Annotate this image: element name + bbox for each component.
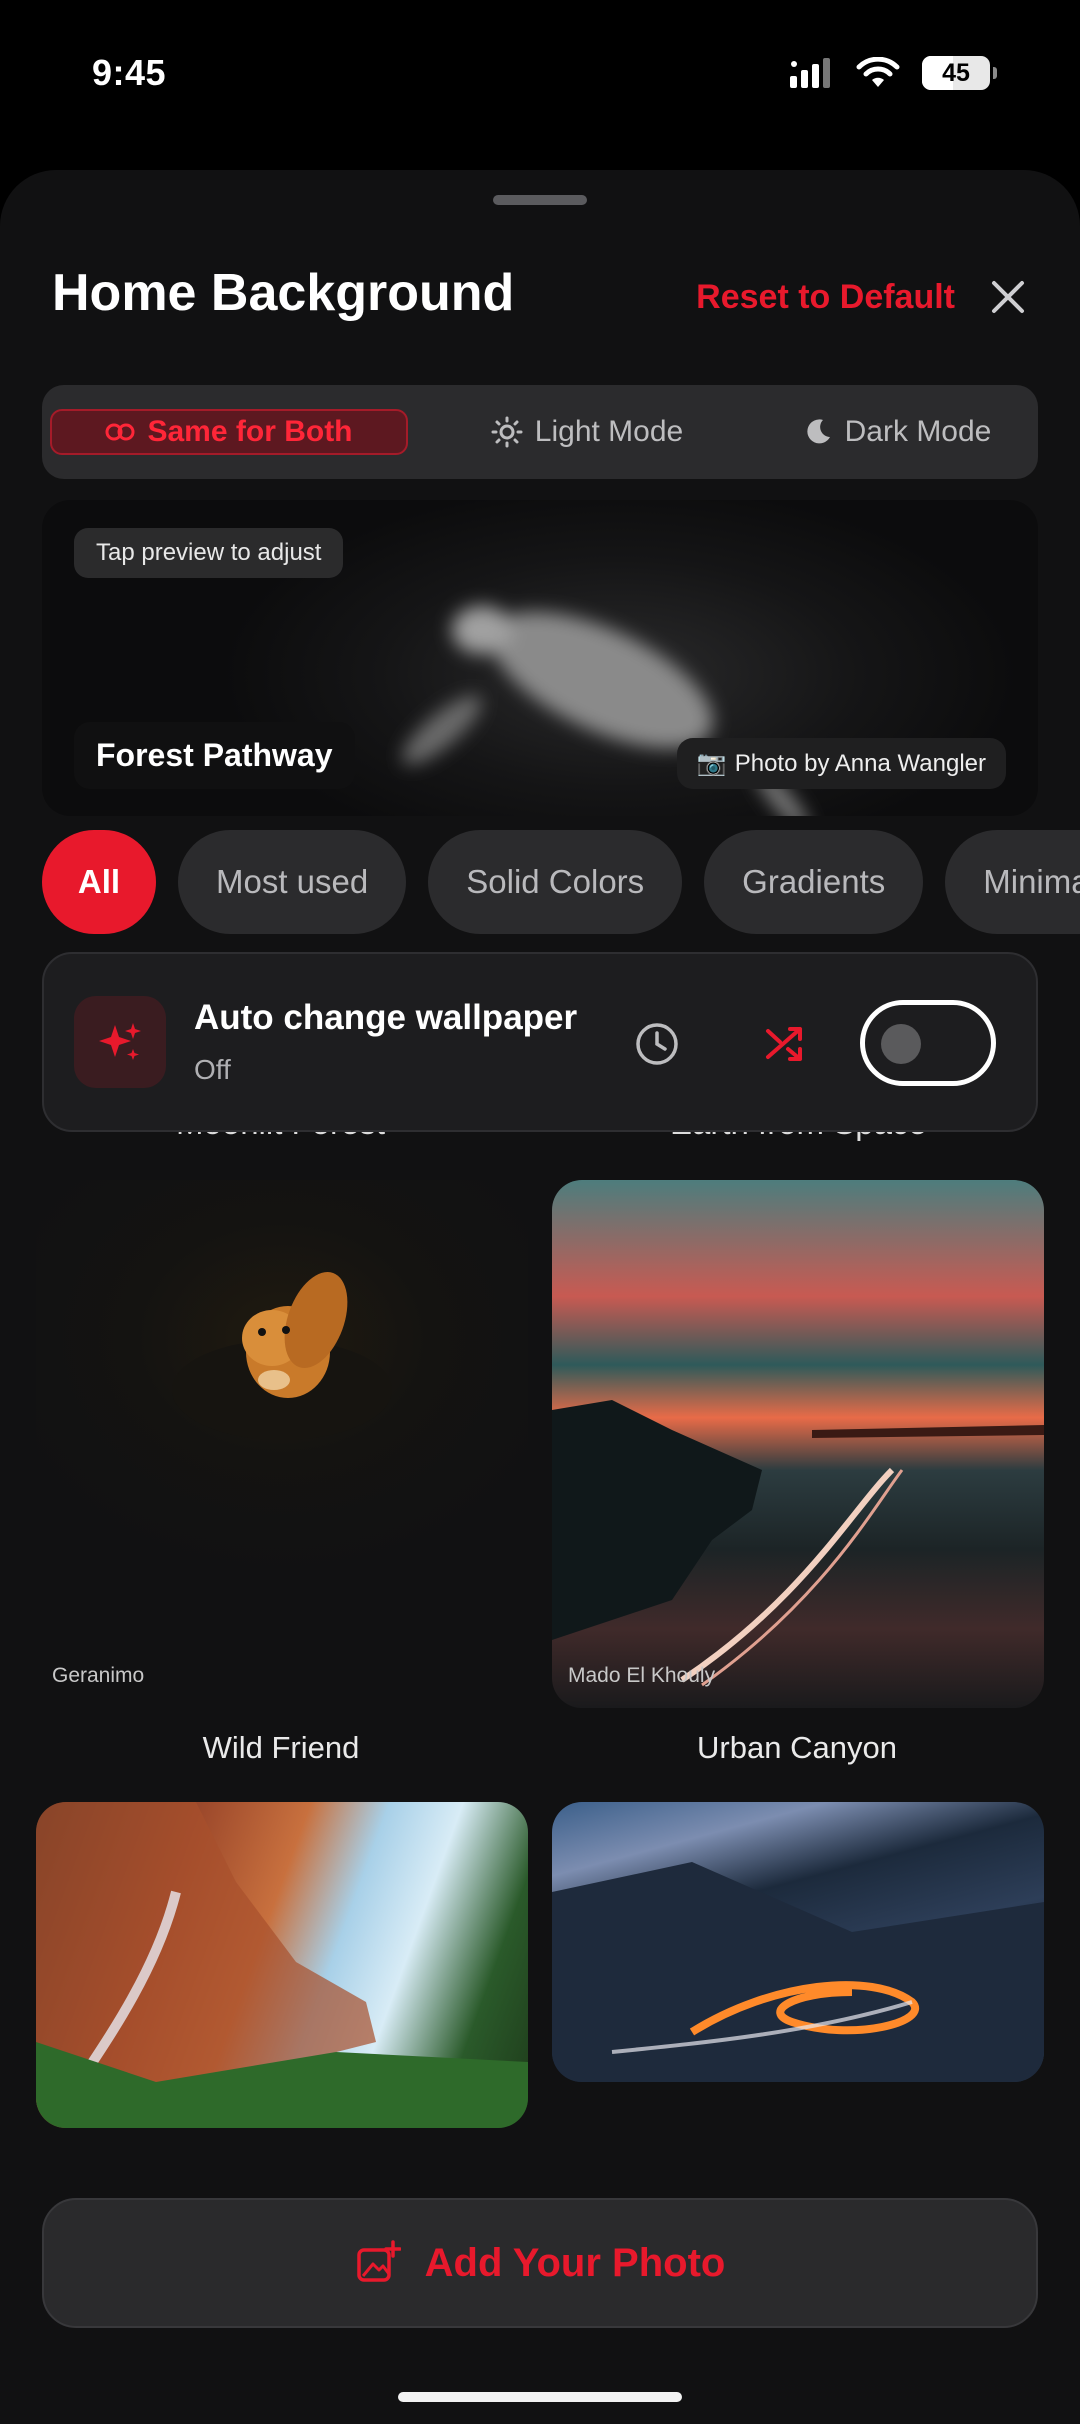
chip-all[interactable]: All [42, 830, 156, 934]
photo-credit-label: Mado El Khouly [568, 1664, 716, 1687]
status-icons: 45 [790, 56, 997, 90]
auto-change-wallpaper-card: Auto change wallpaper Off [42, 952, 1038, 1132]
tab-label: Same for Both [147, 415, 353, 448]
tap-to-adjust-hint: Tap preview to adjust [74, 528, 344, 578]
wifi-icon [856, 57, 900, 87]
clock-icon[interactable] [634, 1021, 680, 1067]
mountain-road-image [552, 1862, 1044, 2082]
moon-icon [807, 419, 830, 444]
wallpaper-card-wild-friend[interactable]: Geranimo [36, 1180, 528, 1708]
toggle-knob [881, 1024, 921, 1064]
mode-segmented-control: Same for Both Light Mode Dark Mode [42, 385, 1038, 479]
auto-change-toggle[interactable] [860, 1000, 996, 1086]
canyon-image [552, 1400, 1044, 1687]
wallpaper-preview[interactable]: Tap preview to adjust Forest Pathway 📷 P… [42, 500, 1038, 816]
sun-icon [491, 416, 523, 448]
wallpaper-card-waterfall[interactable] [36, 1802, 528, 2128]
battery-indicator: 45 [922, 56, 997, 90]
auto-change-status: Off [194, 1054, 231, 1085]
wallpaper-card-urban-canyon[interactable]: Mado El Khouly [552, 1180, 1044, 1708]
auto-change-title: Auto change wallpaper [194, 998, 578, 1037]
reset-to-default-button[interactable]: Reset to Default [696, 278, 955, 317]
sparkles-icon [74, 996, 166, 1088]
chip-gradients[interactable]: Gradients [704, 830, 924, 934]
add-image-icon [356, 2240, 401, 2282]
squirrel-image [172, 1272, 392, 1440]
home-indicator [398, 2392, 682, 2402]
battery-level: 45 [942, 58, 970, 87]
status-time: 9:45 [92, 52, 167, 93]
wallpaper-card-mountain-road[interactable] [552, 1802, 1044, 2082]
card-title: Urban Canyon [697, 1730, 897, 1765]
tab-label: Dark Mode [844, 415, 992, 448]
photo-credit: 📷 Photo by Anna Wangler [676, 738, 1006, 789]
tab-label: Light Mode [534, 415, 684, 448]
category-chips: All Most used Solid Colors Gradients Min… [42, 830, 1080, 934]
tab-light-mode[interactable]: Light Mode [437, 409, 737, 455]
camera-icon: 📷 [696, 750, 727, 777]
chip-most-used[interactable]: Most used [178, 830, 407, 934]
add-your-photo-label: Add Your Photo [424, 2240, 726, 2285]
chip-solid-colors[interactable]: Solid Colors [428, 830, 683, 934]
signal-icon [790, 58, 830, 88]
waterfall-image [36, 1802, 528, 2128]
close-icon[interactable] [986, 275, 1030, 319]
status-bar: 9:45 45 [0, 0, 1080, 150]
card-title: Wild Friend [202, 1730, 360, 1765]
link-icon [105, 423, 135, 441]
chip-minimal[interactable]: Minimal [945, 830, 1080, 934]
tab-dark-mode[interactable]: Dark Mode [762, 409, 1032, 455]
background-sheet: Home Background Reset to Default Same fo… [0, 170, 1080, 2424]
tab-same-for-both[interactable]: Same for Both [50, 409, 408, 455]
shuffle-icon[interactable] [762, 1021, 808, 1067]
photo-credit-text: Photo by Anna Wangler [734, 749, 986, 777]
add-your-photo-button[interactable]: Add Your Photo [42, 2198, 1038, 2328]
preview-wallpaper-name: Forest Pathway [74, 722, 355, 789]
photo-credit-label: Geranimo [52, 1664, 145, 1687]
page-title: Home Background [52, 264, 515, 322]
sheet-grabber[interactable] [493, 195, 587, 205]
